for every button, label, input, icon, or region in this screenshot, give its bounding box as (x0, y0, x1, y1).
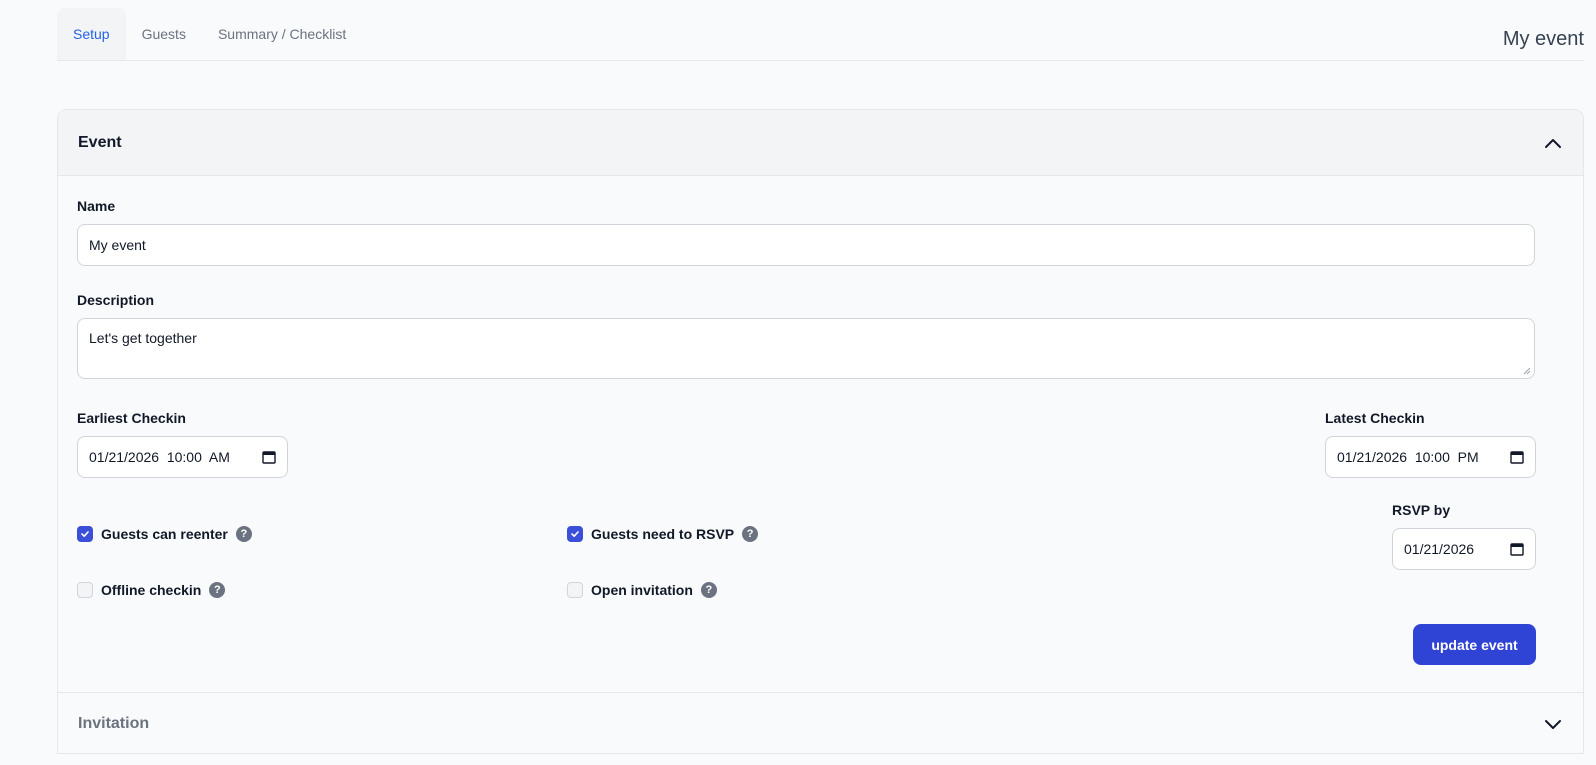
option-guests-need-rsvp: Guests need to RSVP ? (567, 526, 759, 542)
earliest-checkin-label: Earliest Checkin (77, 410, 186, 426)
calendar-icon[interactable] (1510, 542, 1524, 556)
earliest-checkin-value: 01/21/2026 10:00 AM (89, 449, 230, 465)
description-label: Description (77, 292, 155, 308)
invitation-section-header[interactable]: Invitation (58, 692, 1583, 753)
calendar-icon[interactable] (262, 450, 276, 464)
update-event-button[interactable]: update event (1413, 624, 1536, 665)
option-open-invitation: Open invitation ? (567, 582, 717, 598)
resize-grip-icon[interactable] (1523, 367, 1531, 375)
tab-bar: Setup Guests Summary / Checklist (57, 8, 1584, 60)
guests-can-reenter-label: Guests can reenter (101, 526, 228, 542)
event-section-body: Name Description Let's get together Earl… (58, 176, 1583, 692)
calendar-icon[interactable] (1510, 450, 1524, 464)
open-invitation-label: Open invitation (591, 582, 693, 598)
tab-summary-checklist[interactable]: Summary / Checklist (202, 8, 362, 60)
top-nav: Setup Guests Summary / Checklist My even… (57, 8, 1584, 61)
tab-setup[interactable]: Setup (57, 8, 126, 60)
open-invitation-checkbox[interactable] (567, 582, 583, 598)
chevron-down-icon[interactable] (1543, 714, 1563, 734)
event-section-title: Event (78, 133, 122, 151)
name-input[interactable] (77, 224, 1535, 266)
offline-checkin-label: Offline checkin (101, 582, 202, 598)
help-icon[interactable]: ? (235, 526, 252, 542)
checkmark-icon (571, 531, 579, 537)
guests-can-reenter-checkbox[interactable] (77, 526, 93, 542)
chevron-up-icon[interactable] (1543, 133, 1563, 153)
rsvp-by-input[interactable]: 01/21/2026 (1392, 528, 1536, 570)
tab-guests[interactable]: Guests (126, 8, 202, 60)
latest-checkin-label: Latest Checkin (1325, 410, 1425, 426)
guests-need-rsvp-label: Guests need to RSVP (591, 526, 735, 542)
name-label: Name (77, 198, 116, 214)
latest-checkin-value: 01/21/2026 10:00 PM (1337, 449, 1479, 465)
guests-need-rsvp-checkbox[interactable] (567, 526, 583, 542)
latest-checkin-input[interactable]: 01/21/2026 10:00 PM (1325, 436, 1536, 478)
page-title: My event (1502, 28, 1584, 50)
event-accordion: Event Name Description Let's get togethe… (57, 109, 1584, 754)
rsvp-by-value: 01/21/2026 (1404, 541, 1475, 557)
description-textarea[interactable]: Let's get together (77, 318, 1535, 379)
earliest-checkin-input[interactable]: 01/21/2026 10:00 AM (77, 436, 288, 478)
checkmark-icon (81, 531, 89, 537)
option-offline-checkin: Offline checkin ? (77, 582, 226, 598)
description-text: Let's get together (89, 330, 197, 346)
offline-checkin-checkbox[interactable] (77, 582, 93, 598)
rsvp-by-label: RSVP by (1392, 502, 1451, 518)
event-section-header[interactable]: Event (58, 110, 1583, 176)
help-icon[interactable]: ? (209, 582, 226, 598)
help-icon[interactable]: ? (700, 582, 717, 598)
option-guests-can-reenter: Guests can reenter ? (77, 526, 252, 542)
help-icon[interactable]: ? (742, 526, 759, 542)
invitation-section-title: Invitation (78, 715, 150, 732)
